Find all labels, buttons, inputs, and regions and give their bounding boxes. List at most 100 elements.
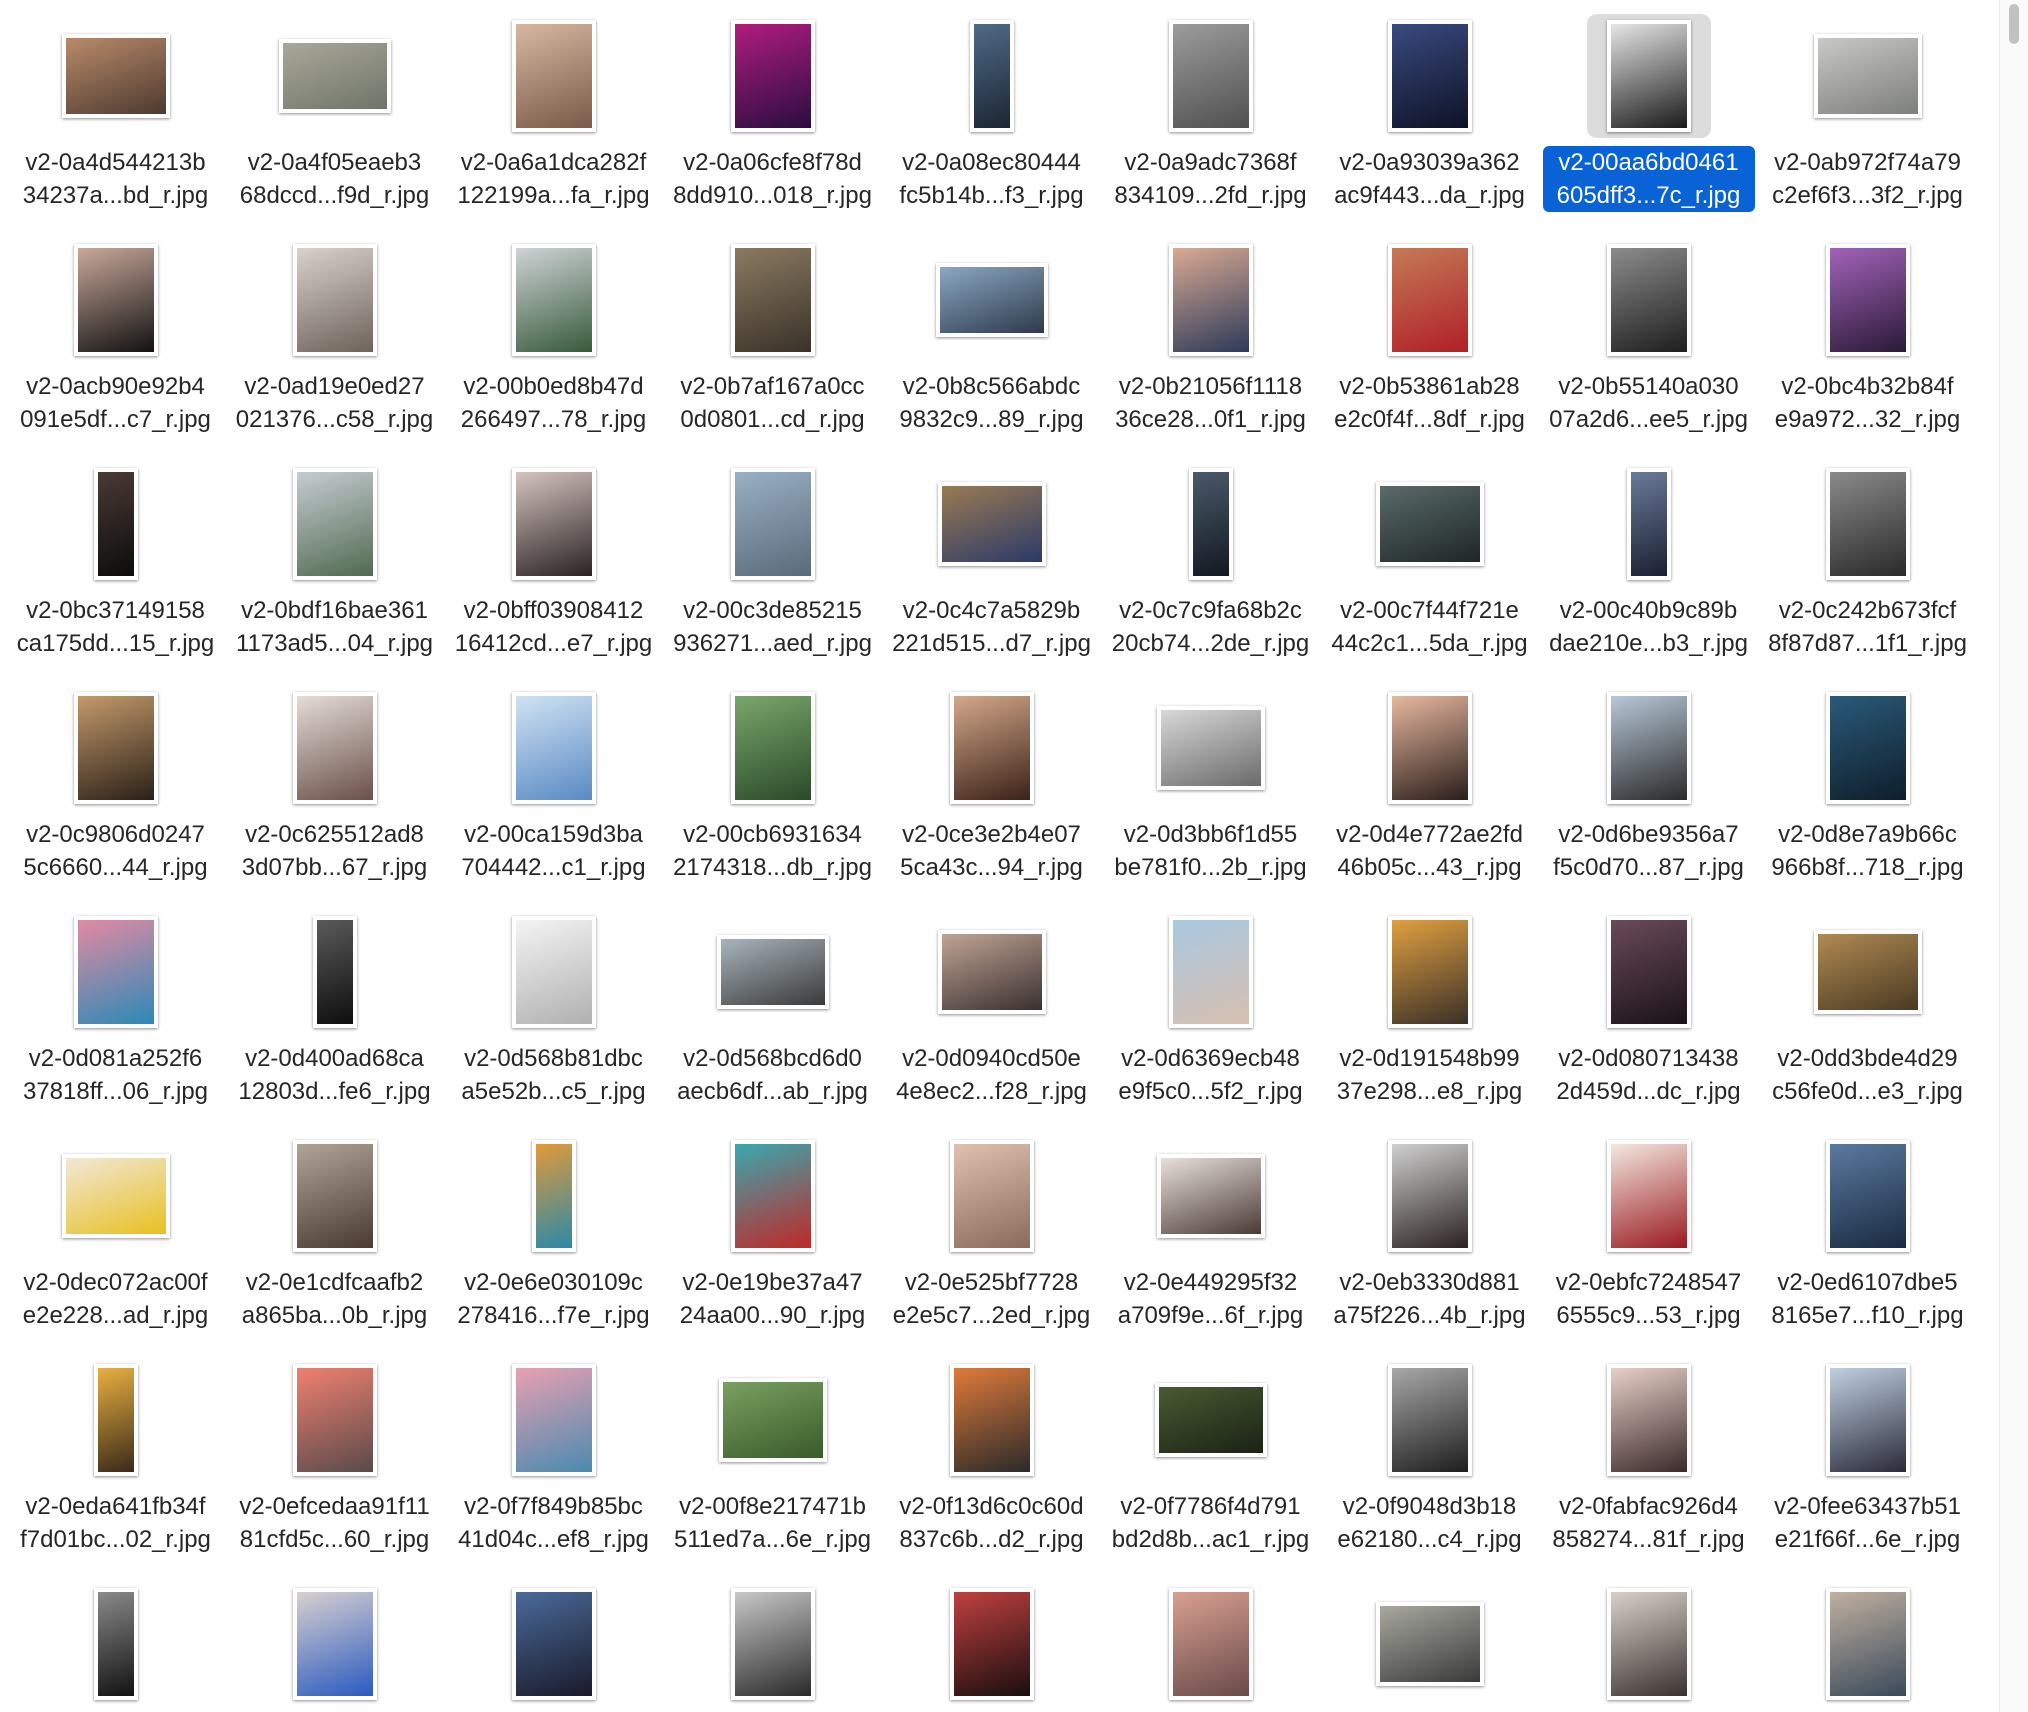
file-thumbnail-area[interactable] [1806, 1582, 1930, 1706]
file-thumbnail-area[interactable] [930, 238, 1054, 362]
file-name-label[interactable]: v2-0f7f849b85bc 41d04c...ef8_r.jpg [448, 1490, 660, 1556]
image-thumbnail[interactable] [937, 930, 1046, 1014]
file-thumbnail-area[interactable] [273, 238, 397, 362]
file-name-label[interactable]: v2-0fabfac926d4 858274...81f_r.jpg [1543, 1490, 1755, 1556]
image-thumbnail[interactable] [949, 1140, 1034, 1252]
file-thumbnail-area[interactable] [54, 462, 178, 586]
image-thumbnail[interactable] [1626, 468, 1671, 580]
file-thumbnail-area[interactable] [1586, 14, 1711, 138]
file-name-label[interactable]: v2-0d6369ecb48 e9f5c0...5f2_r.jpg [1105, 1042, 1317, 1108]
file-name-label[interactable]: v2-0b7af167a0cc 0d0801...cd_r.jpg [667, 370, 879, 436]
file-item[interactable]: v2-0acb90e92b4 091e5df...c7_r.jpg [6, 224, 225, 448]
file-thumbnail-area[interactable] [1149, 910, 1273, 1034]
file-name-label[interactable]: v2-0f9048d3b18 e62180...c4_r.jpg [1324, 1490, 1536, 1556]
file-thumbnail-area[interactable] [1587, 686, 1711, 810]
file-item[interactable]: v2-0bc37149158 ca175dd...15_r.jpg [6, 448, 225, 672]
file-thumbnail-area[interactable] [492, 14, 616, 138]
file-item[interactable]: v2-00b0ed8b47d 266497...78_r.jpg [444, 224, 663, 448]
image-thumbnail[interactable] [730, 1588, 815, 1700]
file-thumbnail-area[interactable] [1806, 686, 1930, 810]
file-name-label[interactable]: v2-0ad19e0ed27 021376...c58_r.jpg [229, 370, 441, 436]
file-thumbnail-area[interactable] [711, 1582, 835, 1706]
image-thumbnail[interactable] [511, 20, 596, 132]
file-item[interactable]: v2-00f8e217471b 511ed7a...6e_r.jpg [663, 1344, 882, 1568]
file-thumbnail-area[interactable] [492, 1582, 616, 1706]
file-thumbnail-area[interactable] [54, 14, 178, 138]
file-name-label[interactable]: v2-0bff03908412 16412cd...e7_r.jpg [448, 594, 660, 660]
file-item[interactable]: v2-00cb6931634 2174318...db_r.jpg [663, 672, 882, 896]
file-item[interactable]: v2-0d191548b99 37e298...e8_r.jpg [1320, 896, 1539, 1120]
file-item[interactable]: v2-0c625512ad8 3d07bb...67_r.jpg [225, 672, 444, 896]
file-item[interactable]: v2-0f7f849b85bc 41d04c...ef8_r.jpg [444, 1344, 663, 1568]
image-thumbnail[interactable] [1813, 34, 1922, 118]
file-item[interactable]: v2-0b21056f1118 36ce28...0f1_r.jpg [1101, 224, 1320, 448]
file-item[interactable]: v2-0a4f05eaeb3 68dccd...f9d_r.jpg [225, 0, 444, 224]
file-thumbnail-area[interactable] [54, 238, 178, 362]
file-name-label[interactable]: v2-0e19be37a47 24aa00...90_r.jpg [667, 1266, 879, 1332]
image-thumbnail[interactable] [93, 1364, 138, 1476]
image-thumbnail[interactable] [511, 916, 596, 1028]
file-name-label[interactable]: v2-0a06cfe8f78d 8dd910...018_r.jpg [667, 146, 879, 212]
file-item[interactable]: v2-0d568bcd6d0 aecb6df...ab_r.jpg [663, 896, 882, 1120]
image-thumbnail[interactable] [511, 692, 596, 804]
image-thumbnail[interactable] [1168, 20, 1253, 132]
file-item[interactable]: v2-00c3de85215 936271...aed_r.jpg [663, 448, 882, 672]
file-thumbnail-area[interactable] [1149, 1358, 1273, 1482]
file-name-label[interactable]: v2-00c7f44f721e 44c2c1...5da_r.jpg [1324, 594, 1536, 660]
file-thumbnail-area[interactable] [1149, 686, 1273, 810]
file-name-label[interactable]: v2-00ca159d3ba 704442...c1_r.jpg [448, 818, 660, 884]
file-item[interactable]: v2-0e6e030109c 278416...f7e_r.jpg [444, 1120, 663, 1344]
file-name-label[interactable]: v2-0a9adc7368f 834109...2fd_r.jpg [1105, 146, 1317, 212]
file-item[interactable]: v2-0a08ec80444 fc5b14b...f3_r.jpg [882, 0, 1101, 224]
file-name-label[interactable]: v2-0bdf16bae361 1173ad5...04_r.jpg [229, 594, 441, 660]
image-thumbnail[interactable] [1825, 1588, 1910, 1700]
file-item[interactable]: v2-0d0940cd50e 4e8ec2...f28_r.jpg [882, 896, 1101, 1120]
file-thumbnail-area[interactable] [930, 1582, 1054, 1706]
file-thumbnail-area[interactable] [273, 1134, 397, 1258]
file-item[interactable]: v2-00aa6bd0461 605dff3...7c_r.jpg [1539, 0, 1758, 224]
file-thumbnail-area[interactable] [273, 686, 397, 810]
file-name-label[interactable]: v2-0a4d544213b 34237a...bd_r.jpg [10, 146, 222, 212]
image-thumbnail[interactable] [1825, 692, 1910, 804]
image-thumbnail[interactable] [1168, 1588, 1253, 1700]
file-name-label[interactable]: v2-0b53861ab28 e2c0f4f...8df_r.jpg [1324, 370, 1536, 436]
image-thumbnail[interactable] [716, 935, 829, 1009]
file-thumbnail-area[interactable] [711, 462, 835, 586]
image-thumbnail[interactable] [1156, 1154, 1265, 1238]
file-item[interactable]: v2-0fee63437b51 e21f66f...6e_r.jpg [1758, 1344, 1977, 1568]
image-thumbnail[interactable] [1606, 1588, 1691, 1700]
image-thumbnail[interactable] [73, 916, 158, 1028]
file-thumbnail-area[interactable] [1368, 1134, 1492, 1258]
file-thumbnail-area[interactable] [1368, 14, 1492, 138]
file-item[interactable]: v2-0a93039a362 ac9f443...da_r.jpg [1320, 0, 1539, 224]
file-item[interactable]: v2-0e1cdfcaafb2 a865ba...0b_r.jpg [225, 1120, 444, 1344]
file-thumbnail-area[interactable] [930, 686, 1054, 810]
file-item[interactable]: v2-0d080713438 2d459d...dc_r.jpg [1539, 896, 1758, 1120]
file-item[interactable]: v2-0bc4b32b84f e9a972...32_r.jpg [1758, 224, 1977, 448]
file-item[interactable]: v2-0c7c9fa68b2c 20cb74...2de_r.jpg [1101, 448, 1320, 672]
file-thumbnail-area[interactable] [1806, 1358, 1930, 1482]
file-item[interactable]: v2-0b55140a030 07a2d6...ee5_r.jpg [1539, 224, 1758, 448]
file-thumbnail-area[interactable] [930, 1358, 1054, 1482]
image-thumbnail[interactable] [511, 1588, 596, 1700]
image-thumbnail[interactable] [93, 468, 138, 580]
file-thumbnail-area[interactable] [1806, 238, 1930, 362]
file-name-label[interactable]: v2-0d0940cd50e 4e8ec2...f28_r.jpg [886, 1042, 1098, 1108]
file-item[interactable] [225, 1568, 444, 1712]
image-thumbnail[interactable] [1387, 1140, 1472, 1252]
file-name-label[interactable]: v2-0f13d6c0c60d 837c6b...d2_r.jpg [886, 1490, 1098, 1556]
file-name-label[interactable]: v2-0c242b673fcf 8f87d87...1f1_r.jpg [1762, 594, 1974, 660]
file-item[interactable]: v2-0e449295f32 a709f9e...6f_r.jpg [1101, 1120, 1320, 1344]
file-name-label[interactable]: v2-0e1cdfcaafb2 a865ba...0b_r.jpg [229, 1266, 441, 1332]
file-item[interactable]: v2-0dd3bde4d29 c56fe0d...e3_r.jpg [1758, 896, 1977, 1120]
file-name-label[interactable]: v2-0a08ec80444 fc5b14b...f3_r.jpg [886, 146, 1098, 212]
image-thumbnail[interactable] [73, 244, 158, 356]
file-thumbnail-area[interactable] [492, 910, 616, 1034]
image-thumbnail[interactable] [1387, 1364, 1472, 1476]
file-thumbnail-area[interactable] [1368, 462, 1492, 586]
image-thumbnail[interactable] [278, 39, 391, 113]
file-item[interactable]: v2-0d6be9356a7 f5c0d70...87_r.jpg [1539, 672, 1758, 896]
file-thumbnail-area[interactable] [1149, 1134, 1273, 1258]
image-thumbnail[interactable] [61, 1154, 170, 1238]
file-thumbnail-area[interactable] [1149, 238, 1273, 362]
